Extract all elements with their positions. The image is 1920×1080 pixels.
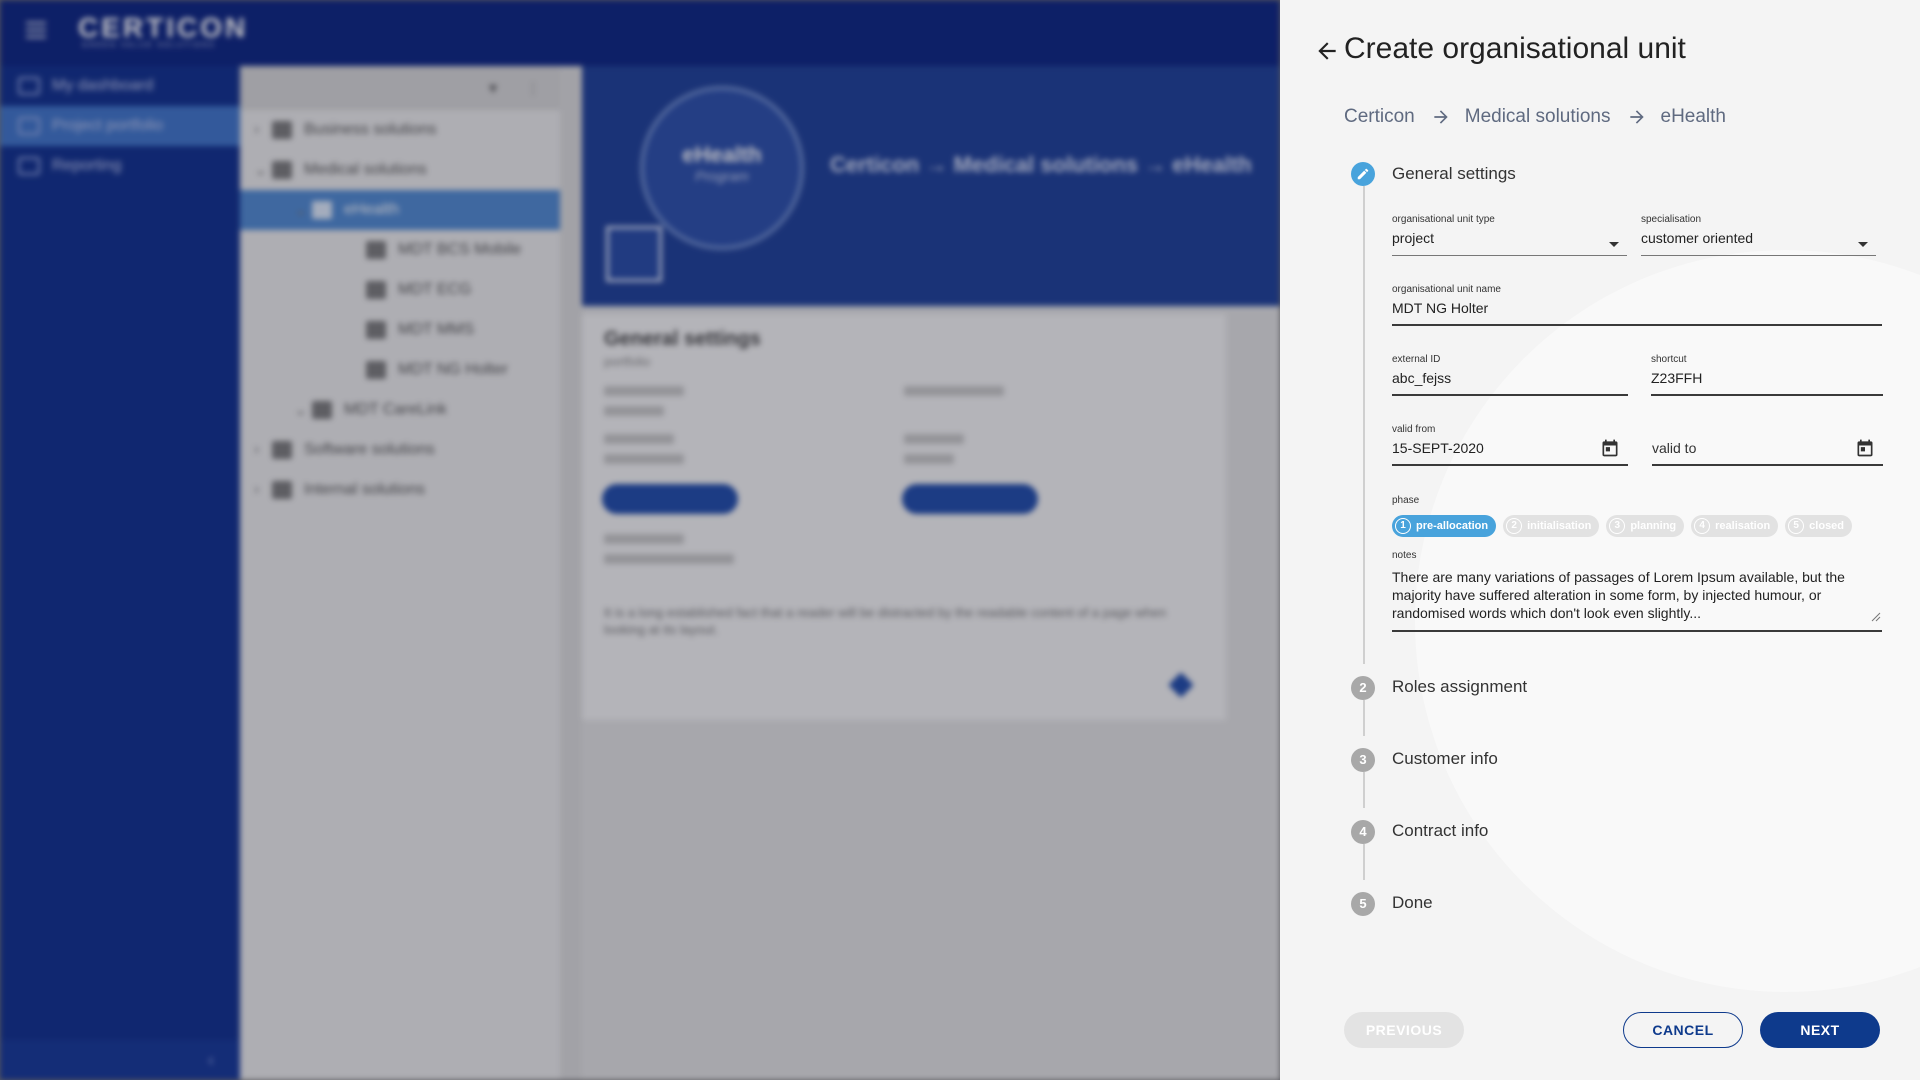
textarea-resize-icon[interactable]: [1871, 612, 1881, 622]
phase-number: 2: [1506, 518, 1523, 534]
phase-number: 5: [1788, 518, 1805, 534]
field-underline: [1651, 394, 1883, 396]
field-label: valid from: [1392, 424, 1436, 435]
dropdown-arrow-icon: [1609, 242, 1619, 247]
page-title: Create organisational unit: [1344, 32, 1686, 65]
notes-textarea[interactable]: There are many variations of passages of…: [1392, 568, 1882, 624]
phase-chip-label: pre-allocation: [1416, 520, 1489, 532]
field-value: abc_fejss: [1392, 370, 1452, 386]
step-2-indicator[interactable]: 2: [1351, 676, 1375, 700]
dropdown-arrow-icon: [1858, 242, 1868, 247]
valid-to-date-field[interactable]: valid to: [1652, 424, 1883, 466]
field-label: specialisation: [1641, 214, 1702, 225]
step-4-label[interactable]: Contract info: [1392, 821, 1488, 841]
field-underline: [1652, 464, 1883, 466]
step-3-indicator[interactable]: 3: [1351, 748, 1375, 772]
unit-type-select[interactable]: organisational unit type project: [1392, 214, 1627, 256]
step-5-label[interactable]: Done: [1392, 893, 1433, 913]
external-id-field[interactable]: external ID abc_fejss: [1392, 354, 1628, 396]
notes-label: notes: [1392, 550, 1417, 561]
stepper-connector: [1363, 844, 1365, 880]
cancel-button[interactable]: CANCEL: [1623, 1012, 1743, 1048]
breadcrumb-item[interactable]: eHealth: [1661, 106, 1727, 128]
phase-chip-label: closed: [1809, 520, 1845, 532]
arrow-right-icon: [1627, 107, 1647, 127]
phase-chip-label: realisation: [1715, 520, 1771, 532]
field-value: Z23FFH: [1651, 370, 1703, 386]
field-underline: [1641, 255, 1876, 256]
phase-chip-closed[interactable]: 5 closed: [1785, 515, 1853, 537]
field-value: 15-SEPT-2020: [1392, 440, 1484, 456]
field-underline: [1392, 464, 1628, 466]
phase-label: phase: [1392, 495, 1420, 506]
stepper-connector: [1363, 772, 1365, 808]
field-label: [1652, 424, 1883, 438]
step-2-label[interactable]: Roles assignment: [1392, 677, 1527, 697]
stepper-connector: [1363, 700, 1365, 736]
phase-number: 3: [1609, 518, 1626, 534]
calendar-icon[interactable]: [1855, 438, 1875, 458]
field-underline: [1392, 324, 1882, 326]
field-label: organisational unit type: [1392, 214, 1495, 225]
phase-number: 4: [1694, 518, 1711, 534]
field-label: shortcut: [1651, 354, 1687, 365]
unit-name-field[interactable]: organisational unit name MDT NG Holter: [1392, 284, 1882, 326]
arrow-right-icon: [1431, 107, 1451, 127]
pencil-icon: [1357, 168, 1369, 180]
phase-number: 1: [1395, 518, 1411, 534]
breadcrumb-item[interactable]: Certicon: [1344, 106, 1415, 128]
stepper-connector: [1363, 186, 1365, 664]
phase-chip-realisation[interactable]: 4 realisation: [1691, 515, 1779, 537]
phase-chip-pre-allocation[interactable]: 1 pre-allocation: [1392, 515, 1497, 537]
shortcut-field[interactable]: shortcut Z23FFH: [1651, 354, 1883, 396]
calendar-icon[interactable]: [1600, 438, 1620, 458]
breadcrumb: Certicon Medical solutions eHealth: [1344, 106, 1726, 128]
step-5-indicator[interactable]: 5: [1351, 892, 1375, 916]
step-3-label[interactable]: Customer info: [1392, 749, 1498, 769]
field-label: external ID: [1392, 354, 1441, 365]
step-4-indicator[interactable]: 4: [1351, 820, 1375, 844]
field-underline: [1392, 255, 1627, 256]
field-underline: [1392, 630, 1882, 632]
next-button[interactable]: NEXT: [1760, 1012, 1880, 1048]
field-underline: [1392, 394, 1628, 396]
step-1-indicator[interactable]: [1351, 162, 1375, 186]
breadcrumb-item[interactable]: Medical solutions: [1465, 106, 1611, 128]
phase-chip-planning[interactable]: 3 planning: [1606, 515, 1685, 537]
phase-chip-label: planning: [1630, 520, 1677, 532]
specialisation-select[interactable]: specialisation customer oriented: [1641, 214, 1876, 256]
phase-selector: 1 pre-allocation 2 initialisation 3 plannin…: [1392, 515, 1853, 537]
step-1-label[interactable]: General settings: [1392, 164, 1516, 184]
phase-chip-initialisation[interactable]: 2 initialisation: [1503, 515, 1600, 537]
field-value: project: [1392, 230, 1435, 246]
field-label: organisational unit name: [1392, 284, 1501, 295]
valid-from-date-field[interactable]: valid from 15-SEPT-2020: [1392, 424, 1628, 466]
field-placeholder: valid to: [1652, 440, 1697, 456]
back-arrow-icon[interactable]: [1314, 38, 1340, 64]
previous-button[interactable]: PREVIOUS: [1344, 1012, 1464, 1048]
field-value: customer oriented: [1641, 230, 1754, 246]
create-unit-panel: Create organisational unit Certicon Medi…: [1280, 0, 1920, 1080]
modal-backdrop[interactable]: [0, 0, 1280, 1080]
field-value: MDT NG Holter: [1392, 300, 1489, 316]
phase-chip-label: initialisation: [1527, 520, 1592, 532]
